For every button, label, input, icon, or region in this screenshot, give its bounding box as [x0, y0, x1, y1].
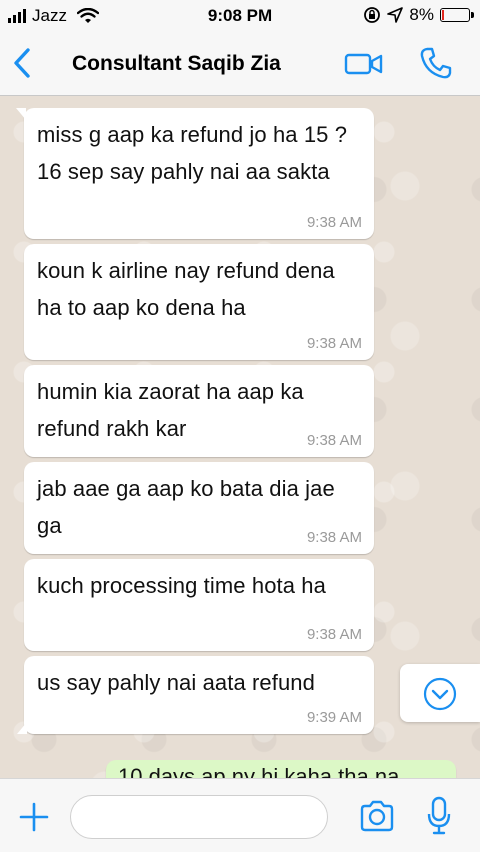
message-text: miss g aap ka refund jo ha 15 ?16 sep sa…	[37, 122, 348, 184]
battery-percent: 8%	[409, 5, 434, 24]
outgoing-message-bubble[interactable]: 10 days ap ny hi kaha tha na	[106, 760, 456, 778]
message-bubble[interactable]: jab aae ga aap ko bata dia jae ga 9:38 A…	[24, 462, 374, 554]
message-bubble[interactable]: kuch processing time hota ha 9:38 AM	[24, 559, 374, 651]
chat-area[interactable]: miss g aap ka refund jo ha 15 ?16 sep sa…	[0, 96, 480, 778]
message-time: 9:39 AM	[306, 709, 362, 726]
message-bubble[interactable]: us say pahly nai aata refund 9:39 AM	[17, 656, 374, 734]
message-bubble[interactable]: humin kia zaorat ha aap ka refund rakh k…	[24, 365, 374, 457]
message-text: 10 days ap ny hi kaha tha na	[118, 764, 400, 778]
battery-icon	[440, 8, 474, 22]
message-text: us say pahly nai aata refund	[37, 670, 315, 695]
location-arrow-icon	[387, 7, 404, 23]
status-right: 8%	[363, 5, 474, 25]
message-text: kuch processing time hota ha	[37, 573, 326, 598]
scroll-to-bottom-button[interactable]	[400, 664, 480, 722]
microphone-icon[interactable]	[426, 796, 452, 836]
message-input[interactable]	[70, 795, 328, 839]
message-input-bar	[0, 778, 480, 852]
battery-fill	[442, 10, 444, 20]
message-time: 9:38 AM	[306, 214, 362, 231]
message-time: 9:38 AM	[306, 626, 362, 643]
chevron-down-circle-icon	[423, 677, 457, 711]
chat-header: Consultant Saqib Zia	[0, 32, 480, 96]
phone-icon[interactable]	[418, 45, 454, 81]
plus-icon[interactable]	[18, 801, 50, 833]
camera-icon[interactable]	[358, 799, 396, 833]
message-time: 9:38 AM	[306, 529, 362, 546]
message-time: 9:38 AM	[306, 335, 362, 352]
message-text: koun k airline nay refund dena ha to aap…	[37, 258, 335, 320]
video-camera-icon[interactable]	[344, 50, 384, 78]
status-bar: Jazz 9:08 PM 8%	[0, 0, 480, 32]
message-bubble[interactable]: koun k airline nay refund dena ha to aap…	[24, 244, 374, 360]
message-bubble[interactable]: miss g aap ka refund jo ha 15 ?16 sep sa…	[16, 108, 374, 239]
message-time: 9:38 AM	[306, 432, 362, 449]
contact-name[interactable]: Consultant Saqib Zia	[72, 52, 281, 76]
rotation-lock-icon	[364, 7, 381, 23]
chevron-left-icon[interactable]	[8, 46, 38, 80]
